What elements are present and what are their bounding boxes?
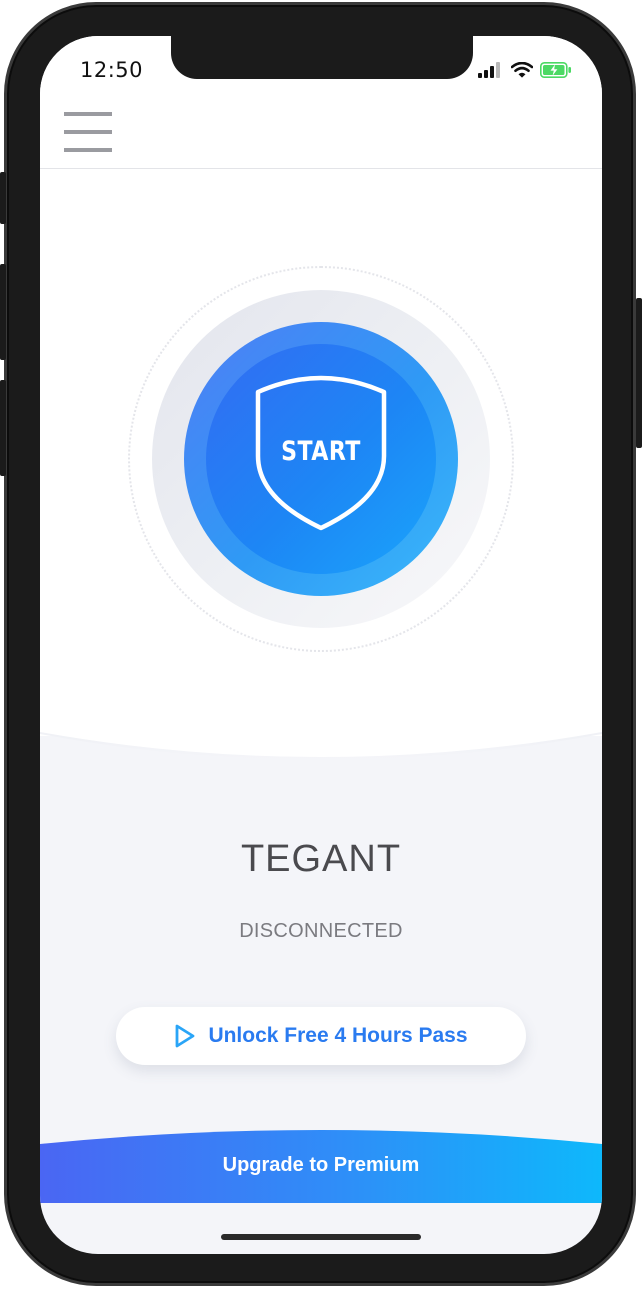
volume-down-button (0, 380, 6, 476)
unlock-free-pass-button[interactable]: Unlock Free 4 Hours Pass (116, 1007, 526, 1065)
app-screen: 12:50 START TEGANT DISCONNECTED Unlock F… (40, 36, 602, 1254)
play-icon (176, 1024, 195, 1048)
volume-up-button (0, 264, 6, 360)
hamburger-menu-icon[interactable] (64, 112, 112, 156)
signal-icon (478, 62, 500, 78)
start-button[interactable]: START (184, 322, 458, 596)
notch (171, 36, 473, 79)
connection-status: DISCONNECTED (239, 920, 403, 942)
power-button (636, 298, 642, 448)
status-icons (478, 62, 572, 78)
start-label: START (281, 436, 361, 467)
wifi-icon (511, 62, 533, 78)
battery-icon (540, 62, 571, 78)
mute-switch (0, 172, 6, 224)
panel-curve (40, 676, 602, 760)
home-indicator[interactable] (221, 1234, 421, 1240)
server-name: TEGANT (240, 838, 402, 880)
unlock-free-pass-label: Unlock Free 4 Hours Pass (208, 1024, 468, 1047)
header-divider (40, 168, 602, 169)
upgrade-premium-button[interactable]: Upgrade to Premium (40, 1154, 602, 1177)
status-time: 12:50 (80, 58, 144, 82)
